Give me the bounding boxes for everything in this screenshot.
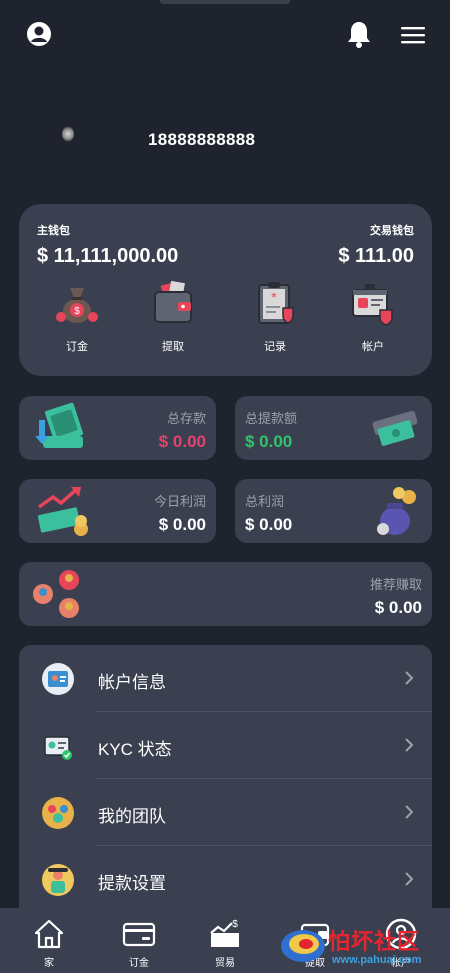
menu-item-label: 我的团队 (98, 807, 166, 826)
chevron-right-icon (405, 872, 414, 886)
coins-bag-icon (377, 487, 416, 535)
deposit-action-label: 订金 (66, 341, 88, 353)
id-badge-icon (44, 736, 72, 760)
referral-card[interactable]: 推荐赚取 $ 0.00 (19, 562, 432, 626)
trade-wallet-label: 交易钱包 (370, 225, 414, 237)
total-profit-value: $ 0.00 (245, 515, 293, 534)
chevron-right-icon (405, 805, 414, 819)
wallet-icon (154, 280, 192, 323)
settings-menu: 帐户信息 KYC 状态 我的团队 提款设置 (19, 645, 432, 915)
watermark-logo-icon (281, 930, 325, 962)
menu-item-label: KYC 状态 (98, 740, 172, 759)
total-deposit-title: 总存款 (166, 411, 206, 426)
referral-title: 推荐赚取 (369, 577, 422, 592)
account-card-icon (352, 284, 393, 326)
total-withdraw-card[interactable]: 总提款额 $ 0.00 (235, 396, 432, 460)
withdraw-action-label: 提取 (162, 341, 184, 353)
total-withdraw-title: 总提款额 (245, 411, 298, 426)
card-icon (122, 922, 156, 947)
nav-label: 订金 (129, 958, 149, 969)
nav-label: 家 (44, 958, 54, 969)
today-profit-value: $ 0.00 (158, 515, 206, 534)
referral-people-icon (33, 570, 79, 618)
nav-label: 贸易 (215, 958, 235, 969)
total-deposit-card[interactable]: 总存款 $ 0.00 (19, 396, 216, 460)
nav-home[interactable]: 家 (4, 908, 94, 973)
menu-item-label: 提款设置 (98, 874, 166, 893)
chevron-right-icon (405, 671, 414, 685)
user-avatar (62, 126, 74, 142)
wallet-actions: $ 订金 提取 * 记录 帐户 (19, 278, 432, 358)
today-profit-title: 今日利润 (153, 494, 206, 509)
menu-item-kyc-status[interactable]: KYC 状态 (19, 712, 432, 779)
account-action[interactable]: 帐户 (333, 278, 413, 358)
watermark-url: www.pahuai.com (332, 954, 422, 966)
cash-stack-icon (35, 402, 83, 448)
today-profit-card[interactable]: 今日利润 $ 0.00 (19, 479, 216, 543)
chevron-right-icon (405, 738, 414, 752)
atm-cash-icon (372, 410, 418, 446)
settings-person-icon (42, 864, 74, 896)
profile-card-icon (42, 663, 74, 695)
menu-item-my-team[interactable]: 我的团队 (19, 779, 432, 846)
home-icon (34, 919, 64, 949)
referral-value: $ 0.00 (374, 598, 422, 617)
watermark-text: 怕坏社区 (328, 929, 421, 954)
bell-icon[interactable] (346, 20, 372, 48)
hamburger-menu-icon[interactable] (400, 24, 426, 46)
main-wallet-amount: $ 11,111,000.00 (37, 245, 179, 267)
trade-icon: $ (210, 919, 239, 947)
username: 18888888888 (148, 130, 256, 149)
records-action[interactable]: * 记录 (235, 278, 315, 358)
withdraw-action[interactable]: 提取 (133, 278, 213, 358)
top-bar (0, 18, 450, 52)
total-profit-title: 总利润 (245, 494, 285, 509)
wallet-card: 主钱包 交易钱包 $ 11,111,000.00 $ 111.00 $ 订金 提… (19, 204, 432, 376)
nav-trade[interactable]: $ 贸易 (180, 908, 270, 973)
team-icon (42, 797, 74, 829)
svg-text:$: $ (232, 919, 238, 930)
total-profit-card[interactable]: 总利润 $ 0.00 (235, 479, 432, 543)
nav-deposit[interactable]: 订金 (94, 908, 184, 973)
watermark: 怕坏社区 www.pahuai.com (278, 918, 448, 970)
svg-text:$: $ (74, 306, 80, 317)
records-action-label: 记录 (264, 341, 286, 353)
user-block: 18888888888 (0, 118, 450, 158)
total-withdraw-value: $ 0.00 (245, 432, 293, 451)
main-wallet-label: 主钱包 (37, 225, 70, 237)
deposit-action[interactable]: $ 订金 (37, 278, 117, 358)
trade-wallet-amount: $ 111.00 (338, 245, 414, 267)
total-deposit-value: $ 0.00 (158, 432, 206, 451)
money-bag-icon: $ (56, 288, 98, 323)
menu-item-label: 帐户信息 (98, 673, 166, 692)
avatar-icon[interactable] (26, 21, 52, 47)
clipboard-icon: * (258, 282, 294, 324)
svg-text:*: * (271, 289, 277, 305)
profit-growth-icon (37, 487, 88, 536)
menu-item-account-info[interactable]: 帐户信息 (19, 645, 432, 712)
account-action-label: 帐户 (362, 341, 384, 353)
status-indicator (160, 0, 290, 4)
menu-item-withdraw-settings[interactable]: 提款设置 (19, 846, 432, 913)
